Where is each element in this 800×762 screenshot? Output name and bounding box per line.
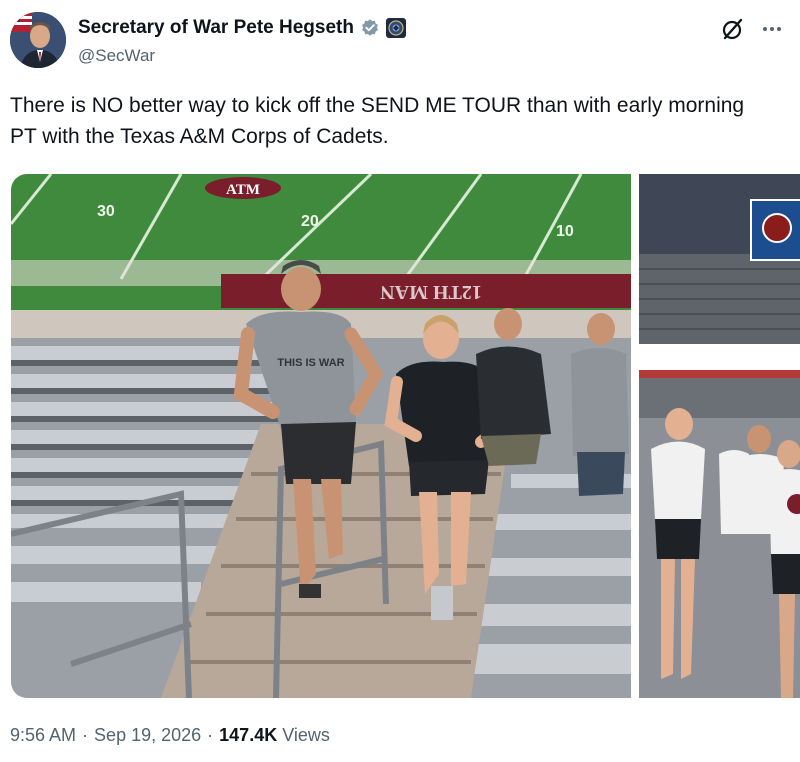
author-avatar[interactable] [10, 12, 66, 68]
views-label: Views [282, 725, 330, 745]
yard-number-20: 20 [301, 213, 319, 230]
author-names: Secretary of War Pete Hegseth @SecWar [78, 16, 406, 66]
author-display-name[interactable]: Secretary of War Pete Hegseth [78, 17, 354, 39]
tweet-photo-cadets[interactable] [639, 174, 800, 698]
tweet-meta: 9:56 AM · Sep 19, 2026 · 147.4K Views [10, 725, 330, 746]
separator-dot: · [82, 725, 89, 745]
yard-number-10: 10 [556, 223, 574, 240]
tweet-date[interactable]: Sep 19, 2026 [94, 725, 201, 746]
media-gallery: ATM 30 20 10 12TH MAN THIS IS WAR [11, 174, 800, 698]
field-logo: ATM [226, 182, 260, 198]
separator-dot: · [207, 725, 214, 745]
more-options-icon[interactable] [758, 16, 786, 42]
department-seal-icon[interactable] [385, 18, 406, 38]
yard-number-30: 30 [97, 203, 115, 220]
views-count: 147.4K [219, 725, 278, 745]
grok-icon[interactable] [720, 16, 746, 42]
runner-shirt-text: THIS IS WAR [277, 357, 344, 369]
tweet-time[interactable]: 9:56 AM [10, 725, 76, 746]
verified-badge-icon[interactable] [360, 18, 380, 38]
endzone-text: 12TH MAN [380, 281, 482, 303]
tweet-header: Secretary of War Pete Hegseth @SecWar [10, 12, 790, 72]
tweet-photo-stadium-run[interactable]: ATM 30 20 10 12TH MAN THIS IS WAR [11, 174, 631, 698]
tweet-text: There is NO better way to kick off the S… [10, 94, 745, 148]
author-handle[interactable]: @SecWar [78, 46, 406, 66]
